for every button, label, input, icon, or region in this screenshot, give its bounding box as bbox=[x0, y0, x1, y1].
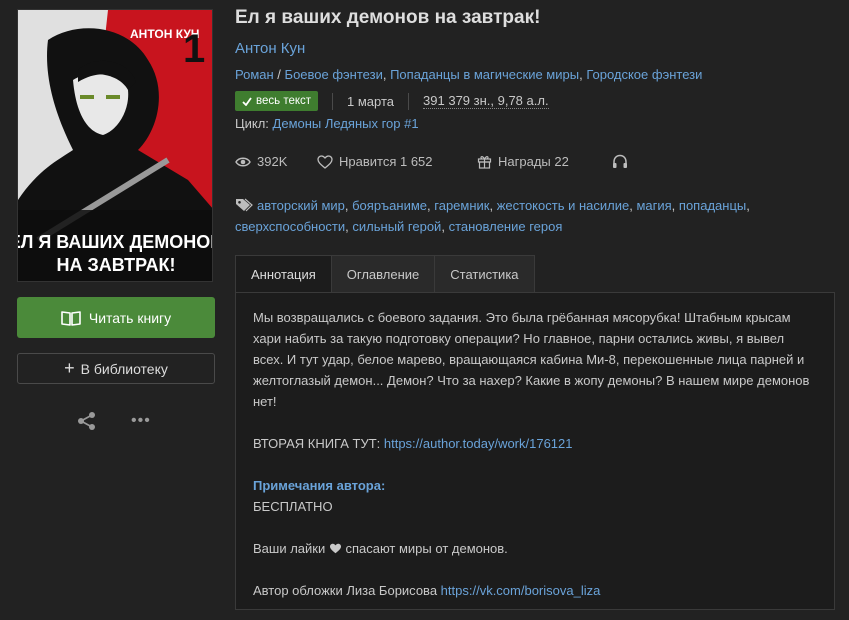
author-notes-heading: Примечания автора: bbox=[253, 478, 386, 493]
divider bbox=[408, 92, 410, 110]
views-count: 392K bbox=[257, 154, 288, 169]
tag-icon bbox=[236, 198, 253, 212]
eye-icon bbox=[235, 157, 251, 166]
author-notes-free: БЕСПЛАТНО bbox=[253, 499, 333, 514]
tag-link[interactable]: попаданцы bbox=[679, 198, 746, 213]
tab-statistics[interactable]: Статистика bbox=[434, 255, 535, 292]
cover-credit: Автор обложки Лиза Борисова https://vk.c… bbox=[253, 583, 601, 598]
genre-link[interactable]: Боевое фэнтези bbox=[285, 67, 383, 82]
cover-title-line2: НА ЗАВТРАК! bbox=[57, 255, 176, 275]
likes-stat[interactable]: Нравится 1 652 bbox=[317, 154, 477, 169]
stats-row: 392K Нравится 1 652 Награды 22 bbox=[235, 154, 628, 169]
read-book-label: Читать книгу bbox=[88, 309, 172, 326]
genre-link[interactable]: Роман bbox=[235, 67, 274, 82]
tag-list: авторский мир, бояръаниме, гаремник, жес… bbox=[235, 198, 750, 234]
plus-icon: + bbox=[64, 357, 75, 378]
likes-note: Ваши лайки спасают миры от демонов. bbox=[253, 541, 508, 556]
genre-list: Роман / Боевое фэнтези, Попаданцы в маги… bbox=[235, 67, 703, 82]
book-title: Ел я ваших демонов на завтрак! bbox=[235, 7, 541, 28]
author-link[interactable]: Антон Кун bbox=[235, 40, 305, 57]
share-button[interactable] bbox=[76, 410, 98, 432]
second-book-link[interactable]: https://author.today/work/176121 bbox=[384, 436, 573, 451]
series-link[interactable]: Демоны Ледяных гор #1 bbox=[273, 116, 419, 131]
read-book-button[interactable]: Читать книгу bbox=[17, 297, 215, 338]
gift-icon bbox=[477, 156, 492, 169]
annotation-panel: Мы возвращались с боевого задания. Это б… bbox=[235, 292, 835, 610]
more-options-icon: ••• bbox=[131, 412, 151, 429]
audiobook-stat[interactable] bbox=[612, 154, 628, 169]
tag-link[interactable]: сильный герой bbox=[352, 219, 441, 234]
series-label: Цикл: bbox=[235, 116, 273, 131]
book-meta: весь текст 1 марта 391 379 зн., 9,78 а.л… bbox=[235, 91, 549, 111]
tab-annotation[interactable]: Аннотация bbox=[235, 255, 332, 292]
tab-contents[interactable]: Оглавление bbox=[330, 255, 436, 292]
book-size[interactable]: 391 379 зн., 9,78 а.л. bbox=[423, 93, 549, 109]
awards-stat[interactable]: Награды 22 bbox=[477, 154, 612, 169]
divider bbox=[332, 92, 334, 110]
tag-link[interactable]: магия bbox=[636, 198, 671, 213]
check-icon bbox=[242, 96, 252, 106]
open-book-icon bbox=[61, 310, 81, 326]
tag-link[interactable]: авторский мир bbox=[257, 198, 345, 213]
cover-artist-link[interactable]: https://vk.com/borisova_liza bbox=[441, 583, 601, 598]
tag-link[interactable]: гаремник bbox=[434, 198, 489, 213]
cover-title-line1: ЕЛ Я ВАШИХ ДЕМОНОВ bbox=[18, 232, 213, 252]
headphones-icon bbox=[613, 154, 627, 168]
second-book-line: ВТОРАЯ КНИГА ТУТ: https://author.today/w… bbox=[253, 436, 573, 451]
share-icon bbox=[78, 412, 95, 430]
awards-label: Награды 22 bbox=[498, 154, 569, 169]
status-badge-label: весь текст bbox=[256, 95, 312, 107]
heart-icon bbox=[329, 543, 341, 554]
genre-link[interactable]: Городское фэнтези bbox=[586, 67, 702, 82]
more-options-button[interactable]: ••• bbox=[131, 410, 153, 432]
cover-art: АНТОН КУН 1 ЕЛ Я ВАШИХ ДЕМОНОВ НА ЗАВТРА… bbox=[18, 10, 213, 281]
publish-date: 1 марта bbox=[347, 93, 395, 109]
add-to-library-label: В библиотеку bbox=[80, 360, 168, 377]
views-stat: 392K bbox=[235, 154, 317, 169]
tag-link[interactable]: сверхспособности bbox=[235, 219, 345, 234]
tag-link[interactable]: становление героя bbox=[449, 219, 563, 234]
tag-link[interactable]: жестокость и насилие bbox=[497, 198, 630, 213]
tag-link[interactable]: бояръаниме bbox=[352, 198, 427, 213]
tab-bar: Аннотация Оглавление Статистика bbox=[235, 255, 535, 292]
cover-number: 1 bbox=[183, 27, 205, 71]
likes-label: Нравится 1 652 bbox=[339, 154, 433, 169]
status-badge: весь текст bbox=[235, 91, 319, 111]
add-to-library-button[interactable]: + В библиотеку bbox=[17, 353, 215, 384]
series-info: Цикл: Демоны Ледяных гор #1 bbox=[235, 116, 419, 131]
annotation-text: Мы возвращались с боевого задания. Это б… bbox=[253, 310, 810, 409]
book-cover[interactable]: АНТОН КУН 1 ЕЛ Я ВАШИХ ДЕМОНОВ НА ЗАВТРА… bbox=[17, 9, 213, 282]
heart-icon bbox=[317, 154, 333, 169]
genre-link[interactable]: Попаданцы в магические миры bbox=[390, 67, 579, 82]
